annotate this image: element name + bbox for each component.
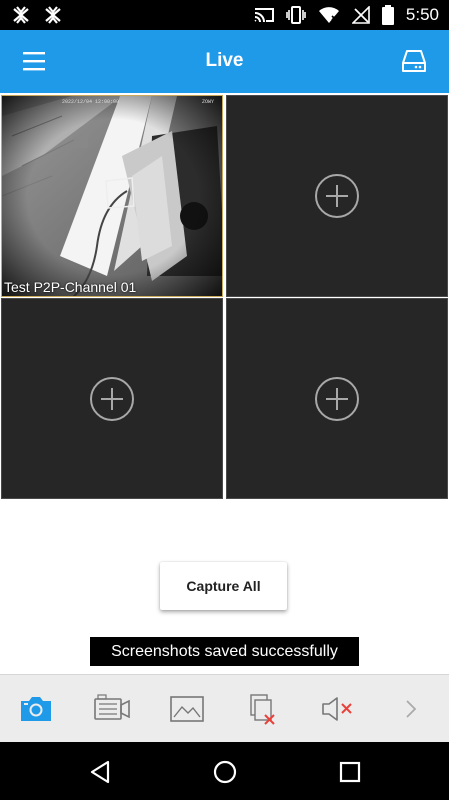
camera-feed-image bbox=[2, 96, 222, 296]
status-bar: 5:50 bbox=[0, 0, 449, 30]
battery-icon bbox=[381, 5, 394, 25]
no-signal-icon bbox=[351, 6, 370, 24]
capture-all-button[interactable]: Capture All bbox=[160, 562, 287, 610]
app-bar: Live bbox=[0, 30, 449, 93]
cast-icon bbox=[254, 8, 274, 23]
channel-label: Test P2P-Channel 01 bbox=[4, 279, 137, 295]
add-channel-icon[interactable] bbox=[89, 376, 135, 422]
app-notification-icon bbox=[13, 6, 29, 24]
add-channel-icon[interactable] bbox=[314, 376, 360, 422]
video-cell-4[interactable] bbox=[226, 298, 448, 499]
system-nav-bar bbox=[0, 742, 449, 800]
video-cell-2[interactable] bbox=[226, 95, 448, 297]
recents-icon[interactable] bbox=[335, 757, 365, 787]
video-cell-1[interactable]: 2022/12/04 12:00:00 ZOWY Test P2P-Channe… bbox=[1, 95, 223, 297]
back-icon[interactable] bbox=[86, 757, 116, 787]
image-icon[interactable] bbox=[167, 691, 207, 727]
vibrate-icon bbox=[286, 6, 306, 24]
speaker-muted-icon[interactable] bbox=[318, 691, 358, 727]
video-grid: 2022/12/04 12:00:00 ZOWY Test P2P-Channe… bbox=[0, 94, 449, 500]
hard-drive-icon[interactable] bbox=[401, 48, 427, 74]
bottom-toolbar bbox=[0, 674, 449, 742]
app-notification-icon bbox=[45, 6, 61, 24]
camera-overlay-timestamp: 2022/12/04 12:00:00 bbox=[62, 99, 120, 105]
add-channel-icon[interactable] bbox=[314, 173, 360, 219]
camera-icon[interactable] bbox=[16, 691, 56, 727]
close-windows-icon[interactable] bbox=[243, 691, 283, 727]
home-icon[interactable] bbox=[210, 757, 240, 787]
video-cell-3[interactable] bbox=[1, 298, 223, 499]
status-time: 5:50 bbox=[405, 5, 439, 24]
wifi-icon bbox=[318, 7, 339, 23]
page-title: Live bbox=[205, 50, 244, 71]
toast-message: Screenshots saved successfully bbox=[90, 637, 359, 666]
camera-overlay-brand: ZOWY bbox=[201, 99, 214, 105]
video-record-icon[interactable] bbox=[92, 691, 132, 727]
chevron-right-icon[interactable] bbox=[394, 691, 434, 727]
